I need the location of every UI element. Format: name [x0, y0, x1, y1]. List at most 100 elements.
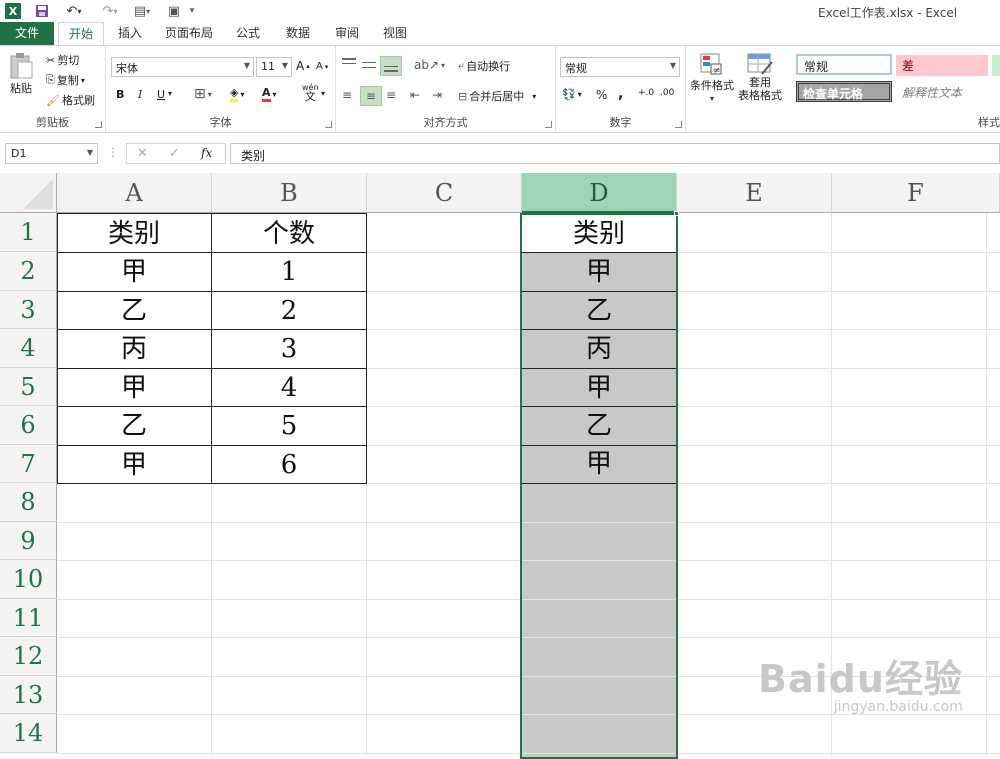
column-header-c[interactable]: C [367, 173, 522, 213]
number-launcher-icon[interactable] [675, 121, 682, 128]
column-header-d[interactable]: D [522, 173, 677, 213]
redo-icon[interactable]: ↷ ▾ [96, 2, 124, 20]
font-name-combo[interactable]: 宋体 ▼ [111, 57, 254, 77]
name-box[interactable]: D1 ▼ [5, 143, 98, 164]
align-bottom-icon[interactable] [380, 56, 402, 76]
formula-input[interactable]: 类别 [230, 143, 1000, 164]
row-header[interactable]: 8 [0, 483, 57, 522]
wrap-text-button[interactable]: ⤶ 自动换行 [458, 58, 510, 74]
italic-button[interactable]: I [138, 88, 142, 101]
style-bad[interactable]: 差 [896, 55, 988, 76]
cell-b3[interactable]: 2 [212, 291, 366, 329]
row-header[interactable]: 10 [0, 560, 57, 599]
orientation-icon[interactable]: ab↗ ▾ [414, 58, 445, 72]
style-explanatory[interactable]: 解释性文本 [896, 82, 988, 103]
tab-file[interactable]: 文件 [0, 22, 54, 45]
row-header[interactable]: 7 [0, 445, 57, 483]
row-header[interactable]: 14 [0, 714, 57, 753]
copy-button[interactable]: ⎘ 复制 ▾ [46, 72, 85, 88]
fill-handle[interactable] [674, 211, 679, 216]
row-header[interactable]: 6 [0, 406, 57, 445]
customize-toolbar-icon[interactable]: ▾ [186, 2, 198, 20]
increase-decimal-icon[interactable]: +.0 [638, 88, 654, 98]
style-normal[interactable]: 常规 [796, 54, 892, 75]
grow-font-icon[interactable]: A ▴ [296, 59, 310, 73]
tab-formulas[interactable]: 公式 [226, 22, 270, 45]
comma-button[interactable]: , [618, 86, 623, 102]
cell-b2[interactable]: 1 [212, 252, 366, 291]
cell-a4[interactable]: 丙 [57, 329, 211, 368]
select-all-corner[interactable] [0, 173, 57, 213]
cell-d5[interactable]: 甲 [522, 369, 676, 406]
cell-b1[interactable]: 个数 [212, 213, 366, 252]
underline-dropdown-icon[interactable]: ▾ [168, 89, 172, 98]
insert-function-icon[interactable]: fx [201, 146, 212, 160]
table-format-button[interactable]: 套用 表格格式 [738, 52, 782, 102]
tab-page-layout[interactable]: 页面布局 [158, 22, 220, 45]
cell-b7[interactable]: 6 [212, 445, 366, 483]
clipboard-launcher-icon[interactable] [95, 121, 102, 128]
cell-b5[interactable]: 4 [212, 368, 366, 406]
decrease-indent-icon[interactable]: ⇤ [410, 88, 420, 102]
accounting-format-icon[interactable]: 💱 ▾ [562, 88, 582, 101]
cell-a3[interactable]: 乙 [57, 291, 211, 329]
cell-d2[interactable]: 甲 [522, 253, 676, 291]
phonetic-guide-icon[interactable]: wén 文 [302, 83, 319, 102]
tab-home[interactable]: 开始 [58, 22, 104, 46]
style-warning-partial[interactable] [992, 82, 1000, 103]
cell-a6[interactable]: 乙 [57, 406, 211, 445]
alignment-launcher-icon[interactable] [545, 121, 552, 128]
row-header[interactable]: 1 [0, 213, 57, 252]
cell-d7[interactable]: 甲 [522, 446, 676, 483]
row-header[interactable]: 9 [0, 522, 57, 560]
align-right-icon[interactable]: ≡ [386, 88, 396, 102]
underline-button[interactable]: U [157, 88, 165, 101]
save-icon[interactable] [32, 2, 52, 20]
bold-button[interactable]: B [116, 88, 124, 101]
tab-review[interactable]: 审阅 [325, 22, 369, 45]
form-icon[interactable]: ▣ [165, 2, 183, 20]
font-color-icon[interactable]: A ▾ [262, 86, 277, 102]
align-left-icon[interactable]: ≡ [342, 88, 352, 102]
style-good-partial[interactable] [992, 55, 1000, 76]
increase-indent-icon[interactable]: ⇥ [432, 88, 442, 102]
cut-button[interactable]: ✂ 剪切 [46, 52, 79, 68]
number-format-combo[interactable]: 常规 ▼ [560, 57, 680, 77]
cell-b6[interactable]: 5 [212, 406, 366, 445]
borders-icon[interactable]: ⊞ ▾ [194, 86, 212, 102]
cell-d1[interactable]: 类别 [522, 213, 676, 252]
tab-insert[interactable]: 插入 [108, 22, 152, 45]
enter-icon[interactable]: ✓ [169, 146, 180, 161]
shrink-font-icon[interactable]: A ▾ [316, 61, 328, 72]
font-size-combo[interactable]: 11 ▼ [256, 57, 292, 77]
row-header[interactable]: 11 [0, 599, 57, 637]
align-center-icon[interactable]: ≡ [360, 86, 382, 106]
column-header-b[interactable]: B [212, 173, 367, 213]
cell-a7[interactable]: 甲 [57, 445, 211, 483]
column-header-f[interactable]: F [832, 173, 1000, 213]
cell-a1[interactable]: 类别 [57, 213, 211, 252]
cell-a2[interactable]: 甲 [57, 252, 211, 291]
percent-button[interactable]: % [596, 88, 607, 102]
row-header[interactable]: 3 [0, 291, 57, 329]
print-preview-icon[interactable]: ▤ ▾ [128, 2, 156, 20]
phonetic-dropdown-icon[interactable]: ▾ [321, 89, 325, 98]
conditional-format-button[interactable]: ≠ 条件格式 ▾ [690, 52, 734, 103]
row-header[interactable]: 2 [0, 252, 57, 291]
decrease-decimal-icon[interactable]: .00 [660, 88, 674, 98]
style-check-cell[interactable]: 检查单元格 [796, 81, 892, 102]
undo-icon[interactable]: ↶ ▾ [60, 2, 88, 20]
row-header[interactable]: 13 [0, 676, 57, 714]
column-header-e[interactable]: E [677, 173, 832, 213]
cancel-icon[interactable]: ✕ [137, 146, 148, 161]
row-header[interactable]: 4 [0, 329, 57, 368]
align-top-icon[interactable] [342, 58, 356, 64]
font-launcher-icon[interactable] [325, 121, 332, 128]
cell-d6[interactable]: 乙 [522, 407, 676, 445]
cell-d4[interactable]: 丙 [522, 330, 676, 368]
format-painter-button[interactable]: 🖌 格式刷 [46, 92, 95, 108]
align-middle-icon[interactable] [362, 58, 376, 68]
row-header[interactable]: 5 [0, 368, 57, 406]
cell-b4[interactable]: 3 [212, 329, 366, 368]
cell-a5[interactable]: 甲 [57, 368, 211, 406]
